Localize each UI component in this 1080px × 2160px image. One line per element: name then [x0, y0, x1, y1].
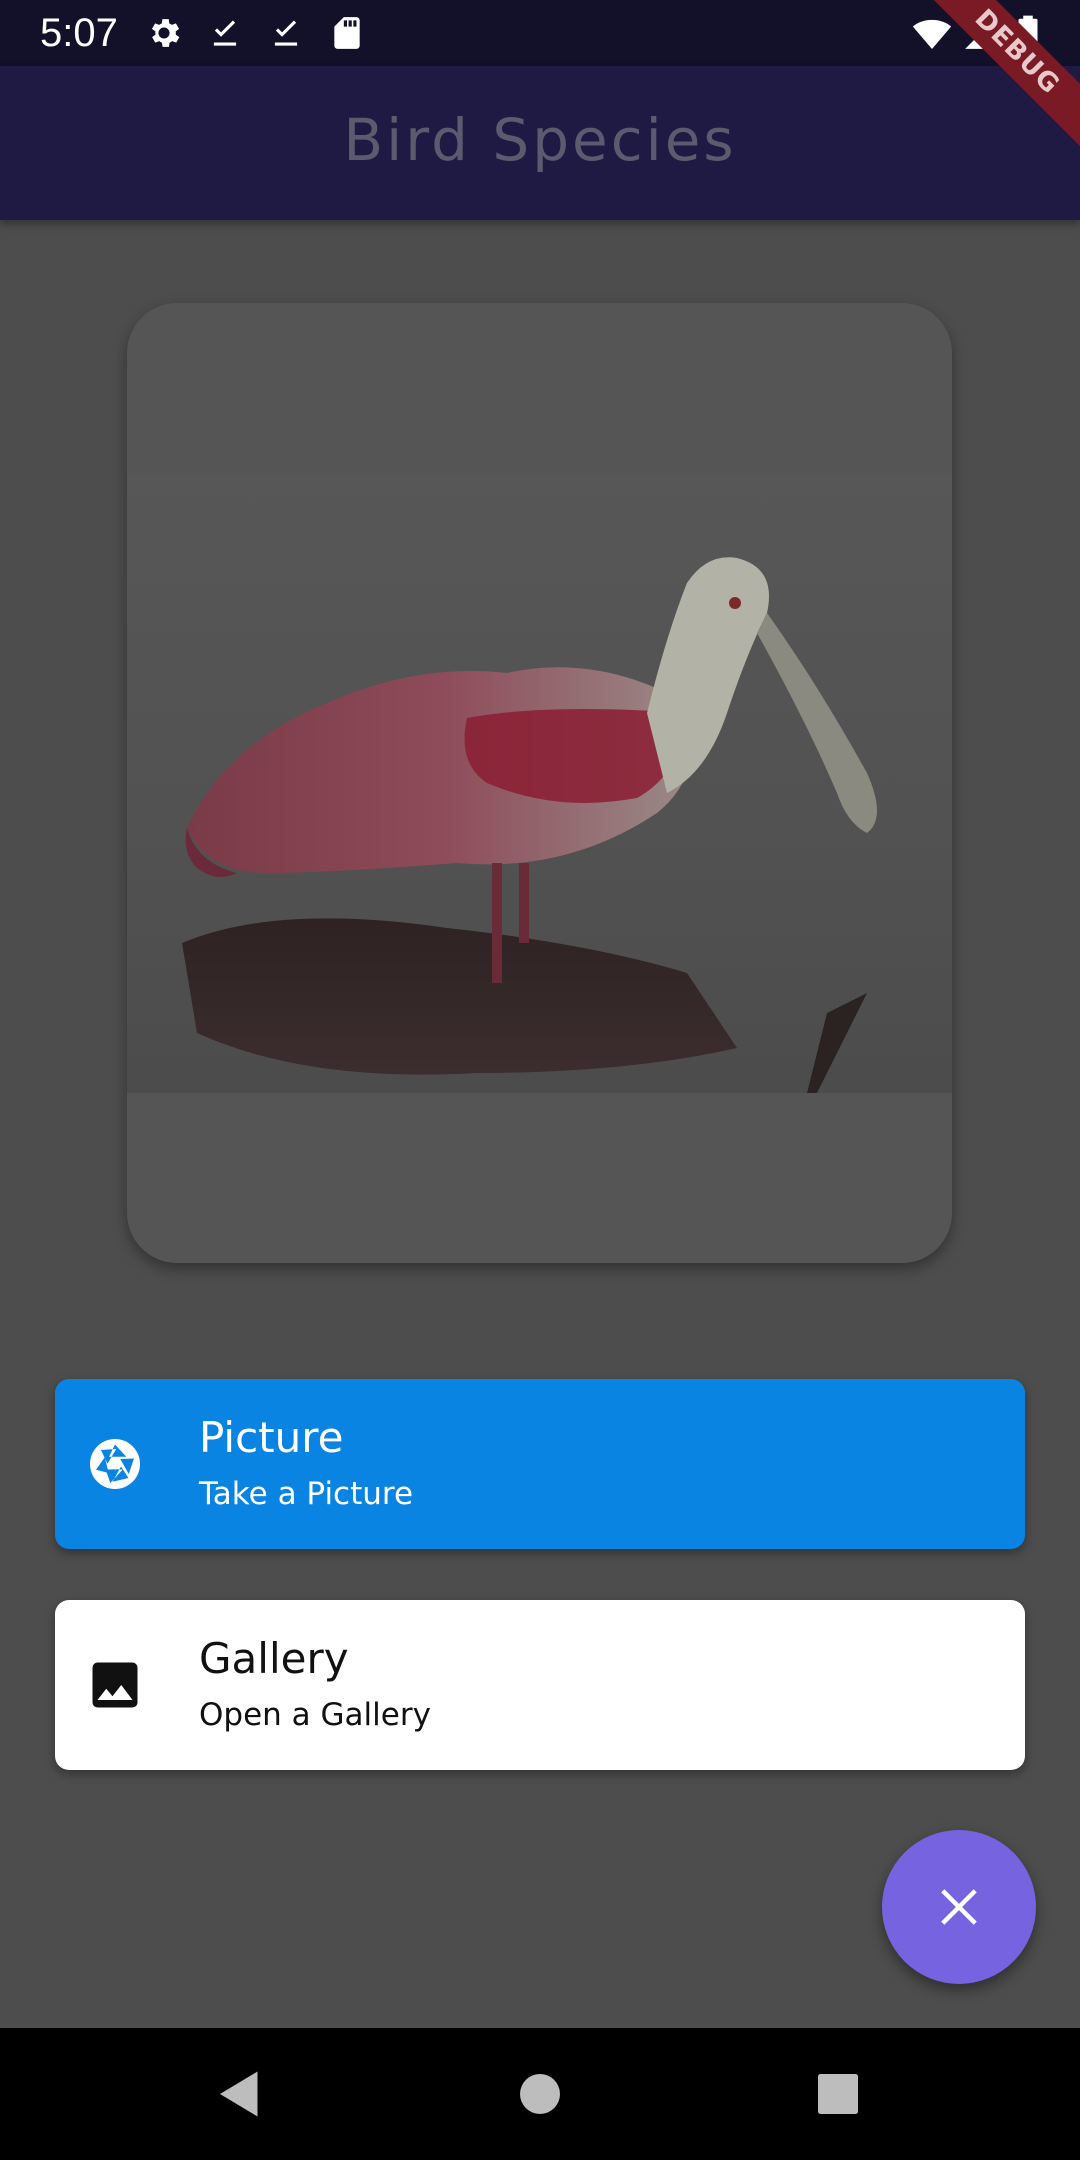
close-icon [941, 1889, 977, 1925]
recents-icon[interactable] [808, 2064, 868, 2124]
app-bar: Bird Species [0, 66, 1080, 220]
picture-subtitle: Take a Picture [199, 1476, 414, 1512]
image-card [127, 303, 952, 1263]
status-time: 5:07 [40, 11, 118, 55]
open-gallery-button[interactable]: Gallery Open a Gallery [55, 1600, 1025, 1770]
home-icon[interactable] [510, 2064, 570, 2124]
wifi-icon [912, 19, 952, 49]
download-done-icon [274, 20, 298, 46]
image-icon [92, 1662, 138, 1708]
page-title: Bird Species [343, 106, 737, 174]
gallery-title: Gallery [199, 1634, 349, 1683]
sd-card-icon [334, 17, 360, 49]
bird-photo [127, 473, 952, 1093]
close-fab-button[interactable] [882, 1830, 1036, 1984]
back-icon[interactable] [210, 2064, 270, 2124]
screen: 5:07 Bird Species DEBUG Picture Take a P… [0, 0, 1080, 2160]
status-bar: 5:07 [0, 0, 1080, 66]
take-picture-button[interactable]: Picture Take a Picture [55, 1379, 1025, 1549]
system-nav-bar [0, 2028, 1080, 2160]
gallery-subtitle: Open a Gallery [199, 1697, 431, 1733]
picture-title: Picture [199, 1413, 344, 1462]
download-done-icon [213, 20, 237, 46]
camera-aperture-icon [90, 1439, 140, 1489]
gear-icon [151, 19, 180, 47]
